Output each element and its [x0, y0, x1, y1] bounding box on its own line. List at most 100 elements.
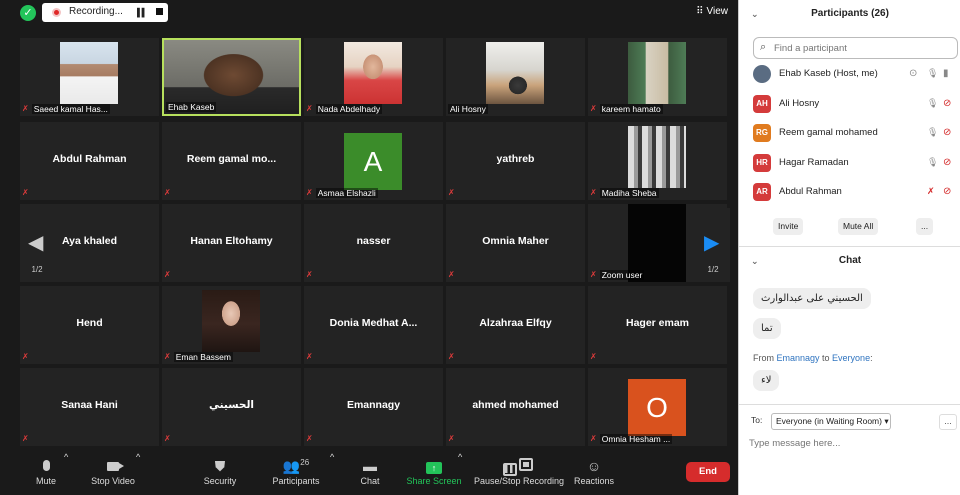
chevron-down-icon[interactable]: ⌄ — [751, 249, 759, 273]
participant-name: Reem gamal mo... — [186, 153, 277, 165]
sender-name[interactable]: Emannagy — [777, 353, 820, 363]
arrow-right-icon: ▶ — [704, 232, 720, 254]
chat-message-input[interactable] — [749, 434, 949, 452]
security-label: Security — [203, 476, 237, 486]
invite-button[interactable]: Invite — [773, 218, 804, 235]
chevron-down-icon: ▾ — [884, 416, 889, 426]
video-camera-icon[interactable]: ▮ — [943, 68, 949, 79]
pause-icon[interactable]: ▌▌ — [137, 7, 149, 18]
video-tile[interactable]: Ehab Kaseb — [162, 38, 301, 116]
divider — [739, 404, 960, 405]
chevron-up-icon[interactable]: ^ — [136, 452, 140, 495]
microphone-muted-icon: ✗ — [306, 188, 313, 197]
microphone-icon[interactable]: 🎙 — [927, 98, 938, 109]
video-off-icon[interactable]: ⊘ — [943, 157, 951, 168]
microphone-muted-icon: ✗ — [164, 188, 171, 197]
chevron-down-icon[interactable]: ⌄ — [751, 2, 759, 26]
end-meeting-button[interactable]: End — [686, 462, 730, 482]
microphone-muted-icon: ✗ — [164, 434, 171, 443]
video-tile[interactable]: Hanan Eltohamy ✗ — [162, 204, 301, 282]
more-options-button[interactable]: ... — [916, 218, 934, 235]
participant-name: ahmed mohamed — [472, 399, 559, 411]
video-off-icon[interactable]: ⊘ — [943, 98, 951, 109]
participant-row[interactable]: AR Abdul Rahman ✗ ⊘ — [751, 180, 960, 204]
participant-name: Zoom user — [599, 269, 645, 280]
avatar: AH — [753, 94, 771, 113]
microphone-muted-icon: ✗ — [306, 270, 313, 279]
video-tile[interactable]: ✗ Madiha Sheba — [588, 122, 727, 200]
video-tile[interactable]: Emannagy ✗ — [304, 368, 443, 446]
next-page-button[interactable]: ▶ 1/2 — [696, 208, 730, 282]
chevron-up-icon[interactable]: ^ — [64, 452, 68, 495]
video-tile[interactable]: Sanaa Hani ✗ — [20, 368, 159, 446]
recipient-name[interactable]: Everyone — [832, 353, 870, 363]
video-grid: ✗ Saeed kamal Has... Ehab Kaseb ✗ Nada Abdel… — [18, 38, 730, 450]
tile-label: ✗ Madiha Sheba — [590, 187, 659, 198]
previous-page-button[interactable]: ◀ 1/2 — [20, 208, 54, 282]
pause-stop-recording-button[interactable]: ▌▌ Pause/Stop Recording — [474, 452, 564, 495]
participant-search-input[interactable] — [774, 40, 954, 56]
mute-all-button[interactable]: Mute All — [838, 218, 879, 235]
video-tile[interactable]: Omnia Maher ✗ — [446, 204, 585, 282]
recipient-select-value: Everyone (in Waiting Room) — [776, 416, 882, 426]
shield-icon[interactable]: ✓ — [20, 5, 36, 21]
chat-more-button[interactable]: ... — [939, 414, 957, 430]
video-tile[interactable]: ✗ kareem hamato — [588, 38, 727, 116]
recording-icon: ⊙ — [909, 68, 918, 79]
participants-button[interactable]: 👥26 Participants — [270, 452, 322, 495]
video-tile[interactable]: ✗ Eman Bassem — [162, 286, 301, 364]
tile-label: ✗ — [590, 351, 597, 362]
video-tile[interactable]: Reem gamal mo... ✗ — [162, 122, 301, 200]
microphone-muted-icon: ✗ — [22, 104, 29, 113]
recipient-select[interactable]: Everyone (in Waiting Room) ▾ — [771, 413, 891, 430]
video-tile[interactable]: Hend ✗ — [20, 286, 159, 364]
video-off-icon[interactable]: ⊘ — [943, 127, 951, 138]
video-tile[interactable]: nasser ✗ — [304, 204, 443, 282]
stop-icon — [519, 458, 533, 471]
tile-label: ✗ — [306, 351, 313, 362]
stop-video-button[interactable]: Stop Video — [88, 452, 138, 495]
microphone-icon[interactable]: 🎙 — [927, 68, 938, 79]
video-tile[interactable]: ✗ Saeed kamal Has... — [20, 38, 159, 116]
participant-search[interactable]: ⌕ — [753, 37, 958, 59]
stop-icon[interactable] — [156, 8, 163, 15]
video-tile[interactable]: O ✗ Omnia Hesham ... — [588, 368, 727, 446]
video-tile[interactable]: yathreb ✗ — [446, 122, 585, 200]
participant-row[interactable]: Ehab Kaseb (Host, me) ⊙ 🎙 ▮ — [751, 62, 960, 86]
video-camera-icon — [107, 462, 124, 471]
tile-label: Ali Hosny — [448, 103, 488, 114]
mute-button[interactable]: Mute — [28, 452, 64, 495]
share-screen-button[interactable]: ↑ Share Screen — [406, 452, 462, 495]
tile-label: ✗ — [448, 351, 455, 362]
video-tile[interactable]: Ali Hosny — [446, 38, 585, 116]
view-button[interactable]: ⠿ View — [696, 6, 728, 17]
video-tile[interactable]: الحسيني ✗ — [162, 368, 301, 446]
microphone-icon[interactable]: 🎙 — [927, 127, 938, 138]
video-tile[interactable]: Donia Medhat A... ✗ — [304, 286, 443, 364]
participant-row[interactable]: RG Reem gamal mohamed 🎙 ⊘ — [751, 121, 960, 145]
tile-label: ✗ — [448, 269, 455, 280]
microphone-muted-icon[interactable]: ✗ — [927, 186, 935, 197]
tile-label: ✗ Asmaa Elshazli — [306, 187, 378, 198]
video-tile[interactable]: Alzahraa Elfqy ✗ — [446, 286, 585, 364]
participant-name: kareem hamato — [599, 103, 663, 114]
chat-button[interactable]: ▬ Chat — [355, 452, 385, 495]
view-label: View — [706, 6, 729, 17]
microphone-muted-icon: ✗ — [22, 352, 29, 361]
chevron-up-icon[interactable]: ^ — [458, 452, 462, 495]
video-tile[interactable]: A ✗ Asmaa Elshazli — [304, 122, 443, 200]
video-tile[interactable]: Hager emam ✗ — [588, 286, 727, 364]
participant-video — [344, 42, 402, 104]
participant-video — [628, 126, 686, 188]
video-tile[interactable]: ahmed mohamed ✗ — [446, 368, 585, 446]
video-tile[interactable]: ✗ Nada Abdelhady — [304, 38, 443, 116]
video-tile[interactable]: Abdul Rahman ✗ — [20, 122, 159, 200]
participant-row[interactable]: HR Hagar Ramadan 🎙 ⊘ — [751, 151, 960, 175]
microphone-icon[interactable]: 🎙 — [927, 157, 938, 168]
video-off-icon[interactable]: ⊘ — [943, 186, 951, 197]
reactions-button[interactable]: ☺ Reactions — [574, 452, 614, 495]
participant-row[interactable]: AH Ali Hosny 🎙 ⊘ — [751, 92, 960, 116]
chevron-up-icon[interactable]: ^ — [330, 452, 334, 495]
security-button[interactable]: ⛊ Security — [200, 452, 240, 495]
participant-name: Ali Hosny — [448, 103, 488, 114]
